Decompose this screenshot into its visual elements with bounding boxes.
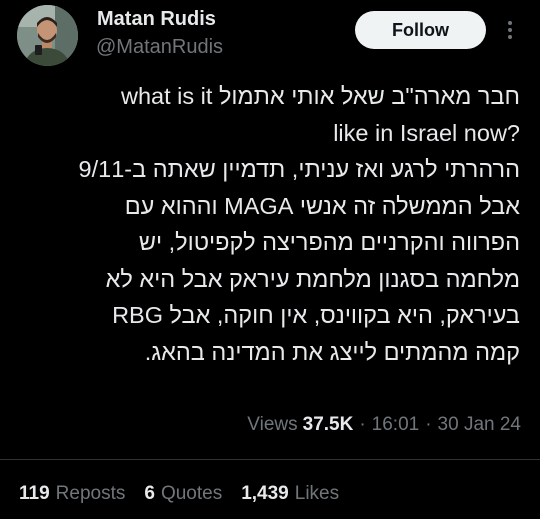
tweet-text-line: קמה מהמתים לייצג את המדינה בהאג. (144, 338, 520, 365)
reposts-label: Reposts (55, 483, 126, 504)
tweet-text-line: חבר מארה"ב שאל אותי אתמול what is it (121, 83, 520, 109)
meta-separator: · (359, 414, 366, 435)
engagement-stats: 119 Reposts 6 Quotes 1,439 Likes (19, 483, 358, 505)
tweet-time[interactable]: 16:01 (372, 414, 420, 436)
tweet-text-line: הפרווה והקרניים מהפריצה לקפיטול, יש (138, 229, 520, 255)
more-vertical-icon (508, 21, 512, 39)
likes-label: Likes (294, 483, 340, 504)
views-count: 37.5K (302, 414, 354, 435)
avatar[interactable] (17, 5, 78, 66)
meta-separator: · (425, 414, 432, 435)
tweet-text-line: אבל הממשלה זה אנשי MAGA וההוא עם (124, 192, 520, 219)
author-name[interactable]: Matan Rudis (97, 8, 216, 31)
quotes-label: Quotes (160, 483, 223, 504)
tweet-text-line: like in Israel now? (333, 119, 520, 146)
reposts-link[interactable]: 119 Reposts (19, 483, 125, 505)
author-handle[interactable]: @MatanRudis (96, 36, 223, 59)
follow-button[interactable]: Follow (355, 11, 486, 49)
views-label: Views (247, 414, 298, 435)
divider (0, 459, 540, 460)
tweet-text: חבר מארה"ב שאל אותי אתמול what is it lik… (10, 78, 520, 370)
quotes-count: 6 (144, 483, 155, 504)
tweet-meta: Views 37.5K · 16:01 · 30 Jan 24 (247, 414, 521, 436)
reposts-count: 119 (19, 483, 50, 504)
avatar-photo (17, 5, 78, 66)
tweet-text-line: בעיראק, היא בקווינס, אין חוקה, אבל RBG (112, 302, 520, 328)
quotes-link[interactable]: 6 Quotes (144, 483, 222, 505)
more-options-button[interactable] (500, 14, 520, 46)
likes-link[interactable]: 1,439 Likes (241, 483, 339, 505)
likes-count: 1,439 (241, 483, 289, 504)
tweet-text-line: מלחמה בסגנון מלחמת עיראק אבל היא לא (105, 265, 520, 292)
tweet-text-line: הרהרתי לרגע ואז עניתי, תדמיין שאתה ב-9/1… (78, 156, 520, 182)
tweet-date[interactable]: 30 Jan 24 (438, 414, 521, 436)
